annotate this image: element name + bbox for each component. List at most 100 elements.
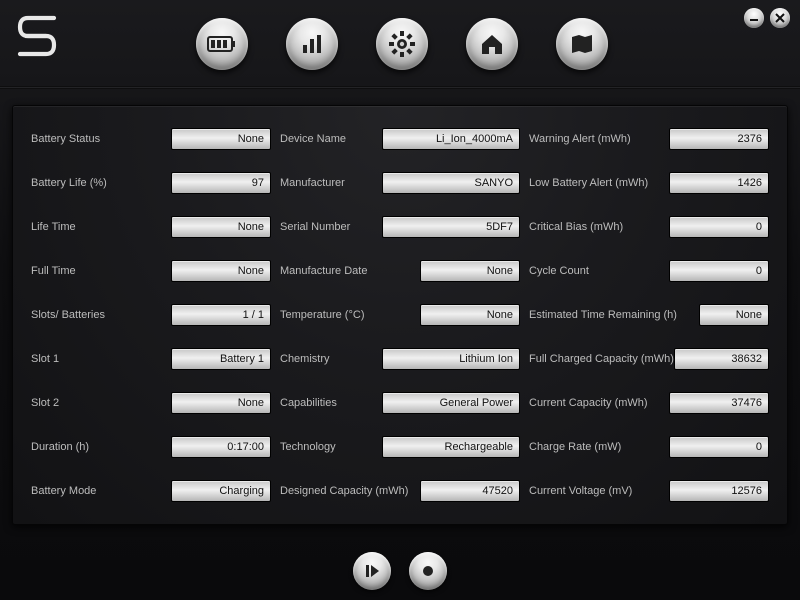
label: Slot 2	[31, 397, 59, 409]
row-life-time: Life Time None	[31, 216, 271, 238]
settings-tab-button[interactable]	[376, 18, 428, 70]
label: Capabilities	[280, 397, 337, 409]
value: 0	[669, 216, 769, 238]
map-tab-button[interactable]	[556, 18, 608, 70]
column-2: Device NameLi_Ion_4000mA Manufacturer SAN…	[280, 128, 520, 514]
value: None	[171, 260, 271, 282]
label: Battery Life (%)	[31, 177, 107, 189]
label: Warning Alert (mWh)	[529, 133, 631, 145]
row-chemistry: Chemistry Lithium Ion	[280, 348, 520, 370]
label: Life Time	[31, 221, 76, 233]
label: Charge Rate (mW)	[529, 441, 621, 453]
value: 0	[669, 260, 769, 282]
value: 97	[171, 172, 271, 194]
home-icon	[478, 30, 506, 58]
row-temperature: Temperature (°C) None	[280, 304, 520, 326]
label: Technology	[280, 441, 336, 453]
column-3: Warning Alert (mWh) 2376 Low Battery Aler…	[529, 128, 769, 514]
value: 1426	[669, 172, 769, 194]
label: Estimated Time Remaining (h)	[529, 309, 677, 321]
label: Temperature (°C)	[280, 309, 364, 321]
label: Device Name	[280, 133, 346, 145]
row-serial-number: Serial Number 5DF7	[280, 216, 520, 238]
value: None	[420, 304, 520, 326]
label: Current Voltage (mV)	[529, 485, 632, 497]
gear-icon	[388, 30, 416, 58]
play-button[interactable]	[353, 552, 391, 590]
row-manufacturer: Manufacturer SANYO	[280, 172, 520, 194]
battery-tab-button[interactable]	[196, 18, 248, 70]
row-cycle-count: Cycle Count 0	[529, 260, 769, 282]
header-bar	[0, 0, 800, 80]
row-current-capacity: Current Capacity (mWh) 37476	[529, 392, 769, 414]
value: 0	[669, 436, 769, 458]
label: Designed Capacity (mWh)	[280, 485, 408, 497]
row-technology: Technology Rechargeable	[280, 436, 520, 458]
row-slots-batteries: Slots/ Batteries1 / 1	[31, 304, 271, 326]
label: Full Charged Capacity (mWh)	[529, 353, 674, 365]
label: Chemistry	[280, 353, 330, 365]
row-battery-status: Battery Status None	[31, 128, 271, 150]
app-window: Battery Status None Battery Life (%) 97 Li…	[0, 0, 800, 600]
value: Battery 1	[171, 348, 271, 370]
minimize-icon	[748, 12, 760, 24]
value: None	[171, 128, 271, 150]
value: General Power	[382, 392, 520, 414]
value: Rechargeable	[382, 436, 520, 458]
info-panel: Battery Status None Battery Life (%) 97 Li…	[12, 105, 788, 525]
row-current-voltage: Current Voltage (mV) 12576	[529, 480, 769, 502]
row-slot1: Slot 1 Battery 1	[31, 348, 271, 370]
value: None	[171, 392, 271, 414]
value: SANYO	[382, 172, 520, 194]
value: 38632	[674, 348, 769, 370]
column-1: Battery Status None Battery Life (%) 97 Li…	[31, 128, 271, 514]
logo	[14, 10, 68, 64]
minimize-button[interactable]	[744, 8, 764, 28]
row-charge-rate: Charge Rate (mW) 0	[529, 436, 769, 458]
home-tab-button[interactable]	[466, 18, 518, 70]
value: 2376	[669, 128, 769, 150]
value: 37476	[669, 392, 769, 414]
label: Slot 1	[31, 353, 59, 365]
row-designed-capacity: Designed Capacity (mWh)47520	[280, 480, 520, 502]
close-icon	[774, 12, 786, 24]
label: Cycle Count	[529, 265, 589, 277]
value: 12576	[669, 480, 769, 502]
footer-controls	[0, 552, 800, 590]
row-device-name: Device NameLi_Ion_4000mA	[280, 128, 520, 150]
value: 5DF7	[382, 216, 520, 238]
row-low-battery-alert: Low Battery Alert (mWh) 1426	[529, 172, 769, 194]
close-button[interactable]	[770, 8, 790, 28]
value: 0:17:00	[171, 436, 271, 458]
value: None	[420, 260, 520, 282]
record-icon	[420, 563, 436, 579]
label: Current Capacity (mWh)	[529, 397, 648, 409]
label: Serial Number	[280, 221, 350, 233]
map-icon	[568, 30, 596, 58]
row-full-time: Full Time None	[31, 260, 271, 282]
nav-toolbar	[196, 18, 608, 70]
label: Manufacturer	[280, 177, 345, 189]
bar-chart-icon	[299, 31, 325, 57]
row-full-charged-capacity: Full Charged Capacity (mWh)38632	[529, 348, 769, 370]
header-divider	[0, 86, 800, 89]
value: Charging	[171, 480, 271, 502]
value: Lithium Ion	[382, 348, 520, 370]
label: Battery Status	[31, 133, 100, 145]
label: Battery Mode	[31, 485, 96, 497]
battery-icon	[207, 35, 237, 53]
row-warning-alert: Warning Alert (mWh) 2376	[529, 128, 769, 150]
play-icon	[364, 563, 380, 579]
record-button[interactable]	[409, 552, 447, 590]
label: Low Battery Alert (mWh)	[529, 177, 648, 189]
row-battery-life-pct: Battery Life (%) 97	[31, 172, 271, 194]
label: Slots/ Batteries	[31, 309, 105, 321]
label: Critical Bias (mWh)	[529, 221, 623, 233]
row-critical-bias: Critical Bias (mWh) 0	[529, 216, 769, 238]
value: None	[171, 216, 271, 238]
stats-tab-button[interactable]	[286, 18, 338, 70]
label: Full Time	[31, 265, 76, 277]
label: Duration (h)	[31, 441, 89, 453]
row-est-time-remaining: Estimated Time Remaining (h)None	[529, 304, 769, 326]
row-battery-mode: Battery Mode Charging	[31, 480, 271, 502]
